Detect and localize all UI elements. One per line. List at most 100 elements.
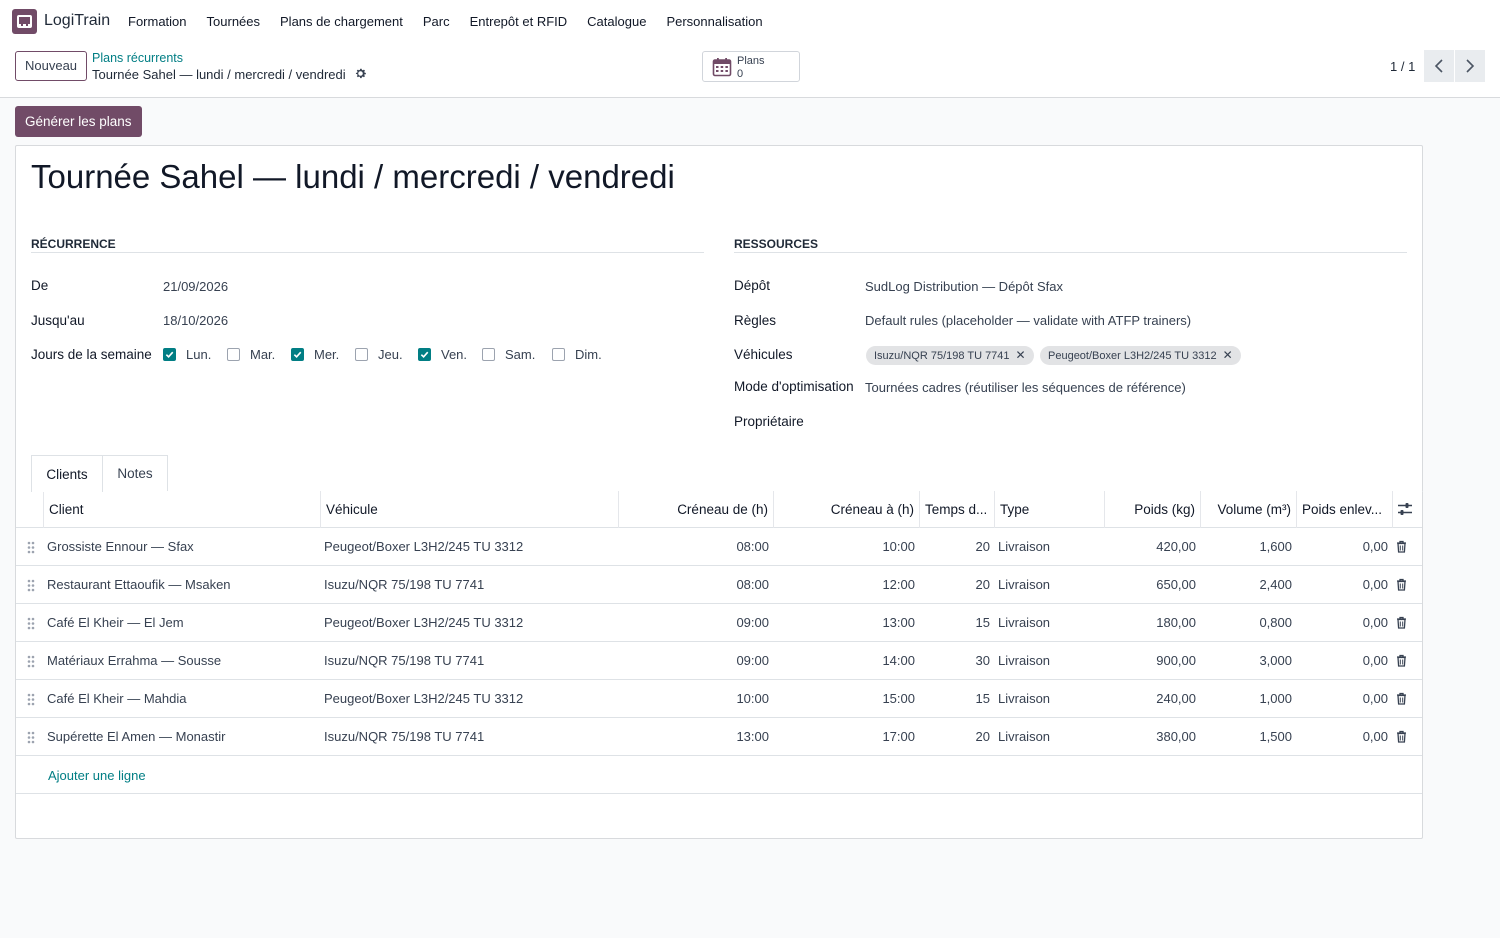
drag-handle-icon[interactable] xyxy=(27,655,35,671)
cell-client[interactable]: Supérette El Amen — Monastir xyxy=(43,718,320,756)
trash-icon[interactable] xyxy=(1396,654,1407,670)
cell-poids[interactable]: 240,00 xyxy=(1104,680,1200,718)
trash-icon[interactable] xyxy=(1396,730,1407,746)
cell-volume[interactable]: 2,400 xyxy=(1200,566,1296,604)
cell-vehicule[interactable]: Peugeot/Boxer L3H2/245 TU 3312 xyxy=(320,680,618,718)
record-title[interactable]: Tournée Sahel — lundi / mercredi / vendr… xyxy=(31,158,675,196)
cell-volume[interactable]: 1,000 xyxy=(1200,680,1296,718)
cell-type[interactable]: Livraison xyxy=(994,604,1104,642)
trash-icon[interactable] xyxy=(1396,578,1407,594)
column-header-poids[interactable]: Poids (kg) xyxy=(1104,491,1200,528)
cell-volume[interactable]: 0,800 xyxy=(1200,604,1296,642)
table-row[interactable]: Restaurant Ettaoufik — Msaken Isuzu/NQR 7… xyxy=(16,566,1422,604)
cell-client[interactable]: Café El Kheir — Mahdia xyxy=(43,680,320,718)
cell-poids[interactable]: 900,00 xyxy=(1104,642,1200,680)
column-header-creneau-de[interactable]: Créneau de (h) xyxy=(618,491,773,528)
cell-poids[interactable]: 420,00 xyxy=(1104,528,1200,566)
cell-type[interactable]: Livraison xyxy=(994,718,1104,756)
rules-field[interactable]: Default rules (placeholder — validate wi… xyxy=(865,313,1191,328)
table-row[interactable]: Café El Kheir — El Jem Peugeot/Boxer L3H2… xyxy=(16,604,1422,642)
breadcrumb-parent-link[interactable]: Plans récurrents xyxy=(92,51,183,65)
vehicle-tag[interactable]: Peugeot/Boxer L3H2/245 TU 3312 ✕ xyxy=(1040,346,1241,365)
optional-columns-icon[interactable] xyxy=(1397,501,1413,520)
cell-poids-enleve[interactable]: 0,00 xyxy=(1296,566,1392,604)
menu-item-catalogue[interactable]: Catalogue xyxy=(577,14,656,29)
vehicle-tag[interactable]: Isuzu/NQR 75/198 TU 7741 ✕ xyxy=(866,346,1034,365)
menu-item-parc[interactable]: Parc xyxy=(413,14,460,29)
table-row[interactable]: Matériaux Errahma — Sousse Isuzu/NQR 75/1… xyxy=(16,642,1422,680)
cell-creneau-a[interactable]: 14:00 xyxy=(773,642,919,680)
cell-vehicule[interactable]: Peugeot/Boxer L3H2/245 TU 3312 xyxy=(320,604,618,642)
weekday-checkbox[interactable] xyxy=(355,348,368,361)
cell-creneau-a[interactable]: 10:00 xyxy=(773,528,919,566)
cell-client[interactable]: Restaurant Ettaoufik — Msaken xyxy=(43,566,320,604)
menu-item-plans-chargement[interactable]: Plans de chargement xyxy=(270,14,413,29)
cell-creneau-a[interactable]: 12:00 xyxy=(773,566,919,604)
cell-creneau-de[interactable]: 09:00 xyxy=(618,642,773,680)
column-header-poids-enleve[interactable]: Poids enlev... xyxy=(1296,491,1392,528)
app-brand[interactable]: LogiTrain xyxy=(44,12,110,30)
cell-client[interactable]: Matériaux Errahma — Sousse xyxy=(43,642,320,680)
cell-vehicule[interactable]: Isuzu/NQR 75/198 TU 7741 xyxy=(320,566,618,604)
pager-previous-button[interactable] xyxy=(1424,50,1454,82)
weekday-checkbox[interactable] xyxy=(418,348,431,361)
cell-creneau-a[interactable]: 13:00 xyxy=(773,604,919,642)
drag-handle-icon[interactable] xyxy=(27,731,35,747)
tab-clients[interactable]: Clients xyxy=(31,455,103,492)
depot-field[interactable]: SudLog Distribution — Dépôt Sfax xyxy=(865,279,1063,294)
cell-poids[interactable]: 380,00 xyxy=(1104,718,1200,756)
add-line-link[interactable]: Ajouter une ligne xyxy=(48,768,146,783)
weekday-option[interactable]: Lun. xyxy=(163,347,211,362)
menu-item-tournees[interactable]: Tournées xyxy=(197,14,270,29)
weekday-checkbox[interactable] xyxy=(227,348,240,361)
cell-volume[interactable]: 1,500 xyxy=(1200,718,1296,756)
weekday-option[interactable]: Ven. xyxy=(418,347,467,362)
cell-temps[interactable]: 20 xyxy=(919,566,994,604)
column-header-type[interactable]: Type xyxy=(994,491,1104,528)
app-logo-icon[interactable] xyxy=(12,9,37,34)
drag-handle-icon[interactable] xyxy=(27,579,35,595)
column-header-vehicule[interactable]: Véhicule xyxy=(320,491,618,528)
table-row[interactable]: Café El Kheir — Mahdia Peugeot/Boxer L3H2… xyxy=(16,680,1422,718)
column-header-client[interactable]: Client xyxy=(43,491,320,528)
cell-temps[interactable]: 15 xyxy=(919,680,994,718)
remove-tag-icon[interactable]: ✕ xyxy=(1223,348,1233,362)
trash-icon[interactable] xyxy=(1396,692,1407,708)
weekday-option[interactable]: Mer. xyxy=(291,347,339,362)
drag-handle-icon[interactable] xyxy=(27,617,35,633)
pager-value[interactable]: 1 / 1 xyxy=(1390,59,1415,74)
cell-creneau-de[interactable]: 09:00 xyxy=(618,604,773,642)
weekday-option[interactable]: Sam. xyxy=(482,347,535,362)
remove-tag-icon[interactable]: ✕ xyxy=(1016,348,1026,362)
cell-temps[interactable]: 20 xyxy=(919,718,994,756)
drag-handle-icon[interactable] xyxy=(27,541,35,557)
cell-vehicule[interactable]: Isuzu/NQR 75/198 TU 7741 xyxy=(320,642,618,680)
weekday-checkbox[interactable] xyxy=(291,348,304,361)
menu-item-formation[interactable]: Formation xyxy=(118,14,197,29)
cell-temps[interactable]: 30 xyxy=(919,642,994,680)
weekday-option[interactable]: Mar. xyxy=(227,347,275,362)
cell-creneau-a[interactable]: 15:00 xyxy=(773,680,919,718)
table-row[interactable]: Supérette El Amen — Monastir Isuzu/NQR 75… xyxy=(16,718,1422,756)
cell-creneau-a[interactable]: 17:00 xyxy=(773,718,919,756)
cell-poids-enleve[interactable]: 0,00 xyxy=(1296,642,1392,680)
cell-temps[interactable]: 20 xyxy=(919,528,994,566)
optimization-mode-field[interactable]: Tournées cadres (réutiliser les séquence… xyxy=(865,380,1186,395)
cell-poids[interactable]: 650,00 xyxy=(1104,566,1200,604)
weekday-checkbox[interactable] xyxy=(552,348,565,361)
cell-type[interactable]: Livraison xyxy=(994,680,1104,718)
drag-handle-icon[interactable] xyxy=(27,693,35,709)
table-row[interactable]: Grossiste Ennour — Sfax Peugeot/Boxer L3H… xyxy=(16,528,1422,566)
cell-vehicule[interactable]: Peugeot/Boxer L3H2/245 TU 3312 xyxy=(320,528,618,566)
plans-smart-button[interactable]: Plans 0 xyxy=(702,51,800,82)
cell-temps[interactable]: 15 xyxy=(919,604,994,642)
menu-item-entrepot-rfid[interactable]: Entrepôt et RFID xyxy=(460,14,578,29)
column-header-volume[interactable]: Volume (m³) xyxy=(1200,491,1296,528)
generate-plans-button[interactable]: Générer les plans xyxy=(15,106,142,137)
weekday-option[interactable]: Dim. xyxy=(552,347,602,362)
tab-notes[interactable]: Notes xyxy=(102,455,168,491)
cell-creneau-de[interactable]: 08:00 xyxy=(618,528,773,566)
pager-next-button[interactable] xyxy=(1455,50,1485,82)
cell-poids-enleve[interactable]: 0,00 xyxy=(1296,604,1392,642)
cell-poids-enleve[interactable]: 0,00 xyxy=(1296,718,1392,756)
